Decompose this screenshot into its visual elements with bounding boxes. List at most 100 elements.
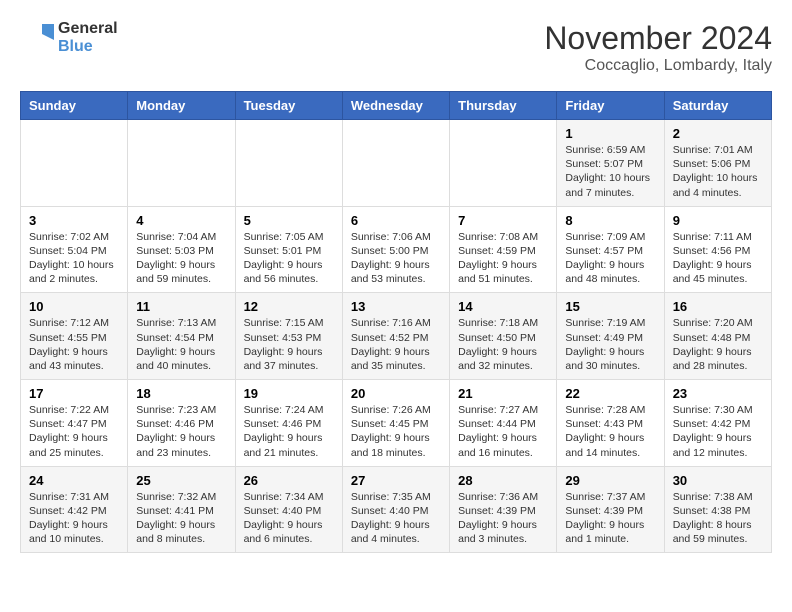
day-cell-8: 8 Sunrise: 7:09 AM Sunset: 4:57 PM Daylig… — [557, 206, 664, 293]
empty-cell — [235, 120, 342, 207]
month-title: November 2024 — [544, 20, 772, 57]
day-info: Sunrise: 7:37 AM Sunset: 4:39 PM Dayligh… — [565, 490, 655, 547]
weekday-header-sunday: Sunday — [21, 92, 128, 120]
day-number: 4 — [136, 213, 226, 228]
day-info: Sunrise: 7:38 AM Sunset: 4:38 PM Dayligh… — [673, 490, 763, 547]
day-cell-9: 9 Sunrise: 7:11 AM Sunset: 4:56 PM Daylig… — [664, 206, 771, 293]
day-info: Sunrise: 7:26 AM Sunset: 4:45 PM Dayligh… — [351, 403, 441, 460]
day-cell-10: 10 Sunrise: 7:12 AM Sunset: 4:55 PM Dayli… — [21, 293, 128, 380]
day-info: Sunrise: 6:59 AM Sunset: 5:07 PM Dayligh… — [565, 143, 655, 200]
day-number: 10 — [29, 299, 119, 314]
day-number: 11 — [136, 299, 226, 314]
day-number: 7 — [458, 213, 548, 228]
day-cell-20: 20 Sunrise: 7:26 AM Sunset: 4:45 PM Dayli… — [342, 380, 449, 467]
day-number: 26 — [244, 473, 334, 488]
day-number: 30 — [673, 473, 763, 488]
day-info: Sunrise: 7:23 AM Sunset: 4:46 PM Dayligh… — [136, 403, 226, 460]
day-cell-12: 12 Sunrise: 7:15 AM Sunset: 4:53 PM Dayli… — [235, 293, 342, 380]
day-cell-7: 7 Sunrise: 7:08 AM Sunset: 4:59 PM Daylig… — [450, 206, 557, 293]
day-cell-16: 16 Sunrise: 7:20 AM Sunset: 4:48 PM Dayli… — [664, 293, 771, 380]
day-number: 16 — [673, 299, 763, 314]
day-info: Sunrise: 7:08 AM Sunset: 4:59 PM Dayligh… — [458, 230, 548, 287]
day-cell-13: 13Sunrise: 7:16 AM Sunset: 4:52 PM Dayli… — [342, 293, 449, 380]
day-cell-14: 14Sunrise: 7:18 AM Sunset: 4:50 PM Dayli… — [450, 293, 557, 380]
day-cell-28: 28Sunrise: 7:36 AM Sunset: 4:39 PM Dayli… — [450, 466, 557, 553]
day-info: Sunrise: 7:32 AM Sunset: 4:41 PM Dayligh… — [136, 490, 226, 547]
empty-cell — [128, 120, 235, 207]
day-info: Sunrise: 7:27 AM Sunset: 4:44 PM Dayligh… — [458, 403, 548, 460]
day-info: Sunrise: 7:20 AM Sunset: 4:48 PM Dayligh… — [673, 316, 763, 373]
day-number: 19 — [244, 386, 334, 401]
logo-blue: Blue — [58, 38, 118, 56]
weekday-header-wednesday: Wednesday — [342, 92, 449, 120]
day-info: Sunrise: 7:12 AM Sunset: 4:55 PM Dayligh… — [29, 316, 119, 373]
day-info: Sunrise: 7:31 AM Sunset: 4:42 PM Dayligh… — [29, 490, 119, 547]
weekday-header-row: SundayMondayTuesdayWednesdayThursdayFrid… — [21, 92, 772, 120]
empty-cell — [342, 120, 449, 207]
day-cell-19: 19 Sunrise: 7:24 AM Sunset: 4:46 PM Dayli… — [235, 380, 342, 467]
day-info: Sunrise: 7:13 AM Sunset: 4:54 PM Dayligh… — [136, 316, 226, 373]
day-cell-15: 15 Sunrise: 7:19 AM Sunset: 4:49 PM Dayli… — [557, 293, 664, 380]
day-info: Sunrise: 7:02 AM Sunset: 5:04 PM Dayligh… — [29, 230, 119, 287]
day-number: 6 — [351, 213, 441, 228]
weekday-header-thursday: Thursday — [450, 92, 557, 120]
day-cell-17: 17Sunrise: 7:22 AM Sunset: 4:47 PM Dayli… — [21, 380, 128, 467]
day-cell-1: 1Sunrise: 6:59 AM Sunset: 5:07 PM Daylig… — [557, 120, 664, 207]
weekday-header-monday: Monday — [128, 92, 235, 120]
week-row-5: 24 Sunrise: 7:31 AM Sunset: 4:42 PM Dayli… — [21, 466, 772, 553]
day-info: Sunrise: 7:15 AM Sunset: 4:53 PM Dayligh… — [244, 316, 334, 373]
empty-cell — [450, 120, 557, 207]
day-number: 18 — [136, 386, 226, 401]
day-info: Sunrise: 7:05 AM Sunset: 5:01 PM Dayligh… — [244, 230, 334, 287]
day-number: 8 — [565, 213, 655, 228]
day-number: 12 — [244, 299, 334, 314]
day-info: Sunrise: 7:01 AM Sunset: 5:06 PM Dayligh… — [673, 143, 763, 200]
day-number: 23 — [673, 386, 763, 401]
day-cell-25: 25 Sunrise: 7:32 AM Sunset: 4:41 PM Dayli… — [128, 466, 235, 553]
logo-general: General — [58, 20, 118, 38]
day-cell-27: 27 Sunrise: 7:35 AM Sunset: 4:40 PM Dayli… — [342, 466, 449, 553]
day-number: 21 — [458, 386, 548, 401]
day-info: Sunrise: 7:19 AM Sunset: 4:49 PM Dayligh… — [565, 316, 655, 373]
day-number: 3 — [29, 213, 119, 228]
day-info: Sunrise: 7:30 AM Sunset: 4:42 PM Dayligh… — [673, 403, 763, 460]
day-cell-26: 26 Sunrise: 7:34 AM Sunset: 4:40 PM Dayli… — [235, 466, 342, 553]
day-info: Sunrise: 7:34 AM Sunset: 4:40 PM Dayligh… — [244, 490, 334, 547]
week-row-4: 17Sunrise: 7:22 AM Sunset: 4:47 PM Dayli… — [21, 380, 772, 467]
day-number: 20 — [351, 386, 441, 401]
empty-cell — [21, 120, 128, 207]
day-info: Sunrise: 7:22 AM Sunset: 4:47 PM Dayligh… — [29, 403, 119, 460]
week-row-3: 10 Sunrise: 7:12 AM Sunset: 4:55 PM Dayli… — [21, 293, 772, 380]
day-number: 14 — [458, 299, 548, 314]
day-cell-3: 3 Sunrise: 7:02 AM Sunset: 5:04 PM Daylig… — [21, 206, 128, 293]
day-cell-30: 30 Sunrise: 7:38 AM Sunset: 4:38 PM Dayli… — [664, 466, 771, 553]
day-cell-24: 24 Sunrise: 7:31 AM Sunset: 4:42 PM Dayli… — [21, 466, 128, 553]
day-info: Sunrise: 7:35 AM Sunset: 4:40 PM Dayligh… — [351, 490, 441, 547]
day-info: Sunrise: 7:09 AM Sunset: 4:57 PM Dayligh… — [565, 230, 655, 287]
day-number: 9 — [673, 213, 763, 228]
day-cell-5: 5 Sunrise: 7:05 AM Sunset: 5:01 PM Daylig… — [235, 206, 342, 293]
day-number: 2 — [673, 126, 763, 141]
day-cell-4: 4 Sunrise: 7:04 AM Sunset: 5:03 PM Daylig… — [128, 206, 235, 293]
day-number: 29 — [565, 473, 655, 488]
day-cell-22: 22Sunrise: 7:28 AM Sunset: 4:43 PM Dayli… — [557, 380, 664, 467]
location: Coccaglio, Lombardy, Italy — [544, 57, 772, 75]
day-cell-29: 29 Sunrise: 7:37 AM Sunset: 4:39 PM Dayli… — [557, 466, 664, 553]
day-info: Sunrise: 7:36 AM Sunset: 4:39 PM Dayligh… — [458, 490, 548, 547]
weekday-header-saturday: Saturday — [664, 92, 771, 120]
day-number: 15 — [565, 299, 655, 314]
day-cell-6: 6 Sunrise: 7:06 AM Sunset: 5:00 PM Daylig… — [342, 206, 449, 293]
day-info: Sunrise: 7:04 AM Sunset: 5:03 PM Dayligh… — [136, 230, 226, 287]
day-number: 22 — [565, 386, 655, 401]
logo: General Blue — [20, 20, 118, 57]
day-cell-18: 18 Sunrise: 7:23 AM Sunset: 4:46 PM Dayli… — [128, 380, 235, 467]
day-number: 24 — [29, 473, 119, 488]
day-number: 25 — [136, 473, 226, 488]
week-row-2: 3 Sunrise: 7:02 AM Sunset: 5:04 PM Daylig… — [21, 206, 772, 293]
day-number: 5 — [244, 213, 334, 228]
day-info: Sunrise: 7:24 AM Sunset: 4:46 PM Dayligh… — [244, 403, 334, 460]
day-info: Sunrise: 7:11 AM Sunset: 4:56 PM Dayligh… — [673, 230, 763, 287]
weekday-header-tuesday: Tuesday — [235, 92, 342, 120]
day-number: 27 — [351, 473, 441, 488]
day-info: Sunrise: 7:06 AM Sunset: 5:00 PM Dayligh… — [351, 230, 441, 287]
